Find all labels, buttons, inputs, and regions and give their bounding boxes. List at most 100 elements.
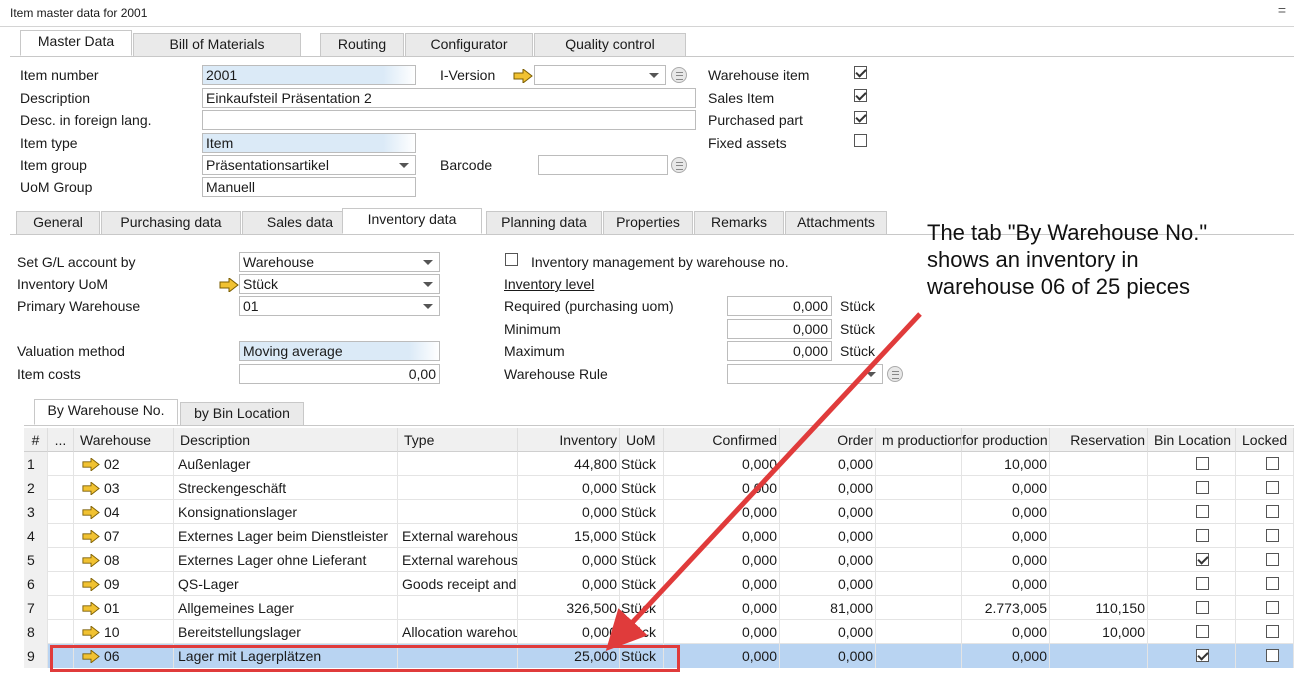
primary-warehouse-dropdown[interactable]: 01: [239, 296, 440, 316]
iversion-dropdown[interactable]: [534, 65, 666, 85]
column-header-description[interactable]: Description: [174, 428, 398, 452]
tab-by-bin-location[interactable]: by Bin Location: [180, 402, 304, 425]
table-row[interactable]: 5 08 Externes Lager ohne Lieferant External…: [24, 548, 1294, 572]
tab-sales-data[interactable]: Sales data: [242, 211, 358, 234]
warehouse-item-checkbox[interactable]: [854, 66, 867, 79]
locked-checkbox[interactable]: [1266, 553, 1279, 566]
row-number[interactable]: 6: [24, 572, 48, 596]
locked-checkbox[interactable]: [1266, 457, 1279, 470]
list-icon[interactable]: [671, 67, 687, 83]
purchased-part-checkbox[interactable]: [854, 111, 867, 124]
row-number[interactable]: 7: [24, 596, 48, 620]
table-row[interactable]: 4 07 Externes Lager beim Dienstleister Exte…: [24, 524, 1294, 548]
column-header-in-production[interactable]: m production: [876, 428, 962, 452]
table-row[interactable]: 7 01 Allgemeines Lager 326,500 Stück 0,000 81,…: [24, 596, 1294, 620]
row-number[interactable]: 9: [24, 644, 48, 668]
list-icon[interactable]: [671, 157, 687, 173]
item-costs-field[interactable]: 0,00: [239, 364, 440, 384]
tab-remarks[interactable]: Remarks: [694, 211, 784, 234]
column-header-more[interactable]: ...: [48, 428, 74, 452]
bin-location-checkbox[interactable]: [1196, 625, 1209, 638]
tab-configurator[interactable]: Configurator: [405, 33, 533, 56]
row-number[interactable]: 4: [24, 524, 48, 548]
gl-account-dropdown[interactable]: Warehouse: [239, 252, 440, 272]
tab-properties[interactable]: Properties: [603, 211, 693, 234]
column-header-reservation[interactable]: Reservation: [1050, 428, 1148, 452]
link-arrow-icon[interactable]: [82, 458, 100, 471]
bin-location-checkbox[interactable]: [1196, 529, 1209, 542]
valuation-method-field[interactable]: Moving average: [239, 341, 440, 361]
column-header-row-number[interactable]: #: [24, 428, 48, 452]
tab-attachments[interactable]: Attachments: [785, 211, 887, 234]
row-number[interactable]: 2: [24, 476, 48, 500]
table-row[interactable]: 8 10 Bereitstellungslager Allocation wareho…: [24, 620, 1294, 644]
sales-item-checkbox[interactable]: [854, 89, 867, 102]
tab-general[interactable]: General: [16, 211, 100, 234]
link-arrow-icon[interactable]: [513, 69, 533, 83]
locked-checkbox[interactable]: [1266, 625, 1279, 638]
link-arrow-icon[interactable]: [82, 626, 100, 639]
link-arrow-icon[interactable]: [82, 554, 100, 567]
tab-inventory-data[interactable]: Inventory data: [342, 208, 482, 234]
link-arrow-icon[interactable]: [82, 602, 100, 615]
locked-checkbox[interactable]: [1266, 505, 1279, 518]
link-arrow-icon[interactable]: [82, 578, 100, 591]
bin-location-checkbox[interactable]: [1196, 457, 1209, 470]
item-number-field[interactable]: 2001: [202, 65, 416, 85]
link-arrow-icon[interactable]: [219, 278, 239, 292]
table-row[interactable]: 3 04 Konsignationslager 0,000 Stück 0,000 0,00…: [24, 500, 1294, 524]
bin-location-checkbox[interactable]: [1196, 553, 1209, 566]
bin-location-checkbox[interactable]: [1196, 577, 1209, 590]
foreign-desc-field[interactable]: [202, 110, 696, 130]
item-type-field[interactable]: Item: [202, 133, 416, 153]
barcode-field[interactable]: [538, 155, 668, 175]
link-arrow-icon[interactable]: [82, 482, 100, 495]
link-arrow-icon[interactable]: [82, 506, 100, 519]
locked-checkbox[interactable]: [1266, 481, 1279, 494]
bin-location-checkbox[interactable]: [1196, 649, 1209, 662]
link-arrow-icon[interactable]: [82, 530, 100, 543]
tab-purchasing-data[interactable]: Purchasing data: [101, 211, 241, 234]
item-group-dropdown[interactable]: Präsentationsartikel: [202, 155, 416, 175]
uom-group-field[interactable]: Manuell: [202, 177, 416, 197]
table-row[interactable]: 1 02 Außenlager 44,800 Stück 0,000 0,000 10,000: [24, 452, 1294, 476]
tab-bill-of-materials[interactable]: Bill of Materials: [133, 33, 301, 56]
column-header-confirmed[interactable]: Confirmed: [664, 428, 780, 452]
bin-location-checkbox[interactable]: [1196, 601, 1209, 614]
required-field[interactable]: 0,000: [727, 296, 832, 316]
table-row[interactable]: 2 03 Streckengeschäft 0,000 Stück 0,000 0,000 0…: [24, 476, 1294, 500]
fixed-assets-checkbox[interactable]: [854, 134, 867, 147]
maximum-field[interactable]: 0,000: [727, 341, 832, 361]
tab-quality-control[interactable]: Quality control: [534, 33, 686, 56]
tab-routing[interactable]: Routing: [320, 33, 404, 56]
tab-master-data[interactable]: Master Data: [20, 30, 132, 56]
row-number[interactable]: 1: [24, 452, 48, 476]
row-number[interactable]: 3: [24, 500, 48, 524]
row-number[interactable]: 5: [24, 548, 48, 572]
column-header-order[interactable]: Order: [780, 428, 876, 452]
locked-checkbox[interactable]: [1266, 577, 1279, 590]
column-header-warehouse[interactable]: Warehouse: [74, 428, 174, 452]
window-menu-icon[interactable]: =: [1278, 2, 1286, 18]
column-header-for-production[interactable]: for production: [962, 428, 1050, 452]
row-number[interactable]: 8: [24, 620, 48, 644]
column-header-locked[interactable]: Locked: [1236, 428, 1294, 452]
description-field[interactable]: Einkaufsteil Präsentation 2: [202, 88, 696, 108]
minimum-field[interactable]: 0,000: [727, 319, 832, 339]
column-header-type[interactable]: Type: [398, 428, 518, 452]
locked-checkbox[interactable]: [1266, 649, 1279, 662]
warehouse-rule-dropdown[interactable]: [727, 364, 883, 384]
tab-by-warehouse-no[interactable]: By Warehouse No.: [34, 399, 178, 425]
column-header-inventory[interactable]: Inventory: [518, 428, 620, 452]
column-header-bin-location[interactable]: Bin Location: [1148, 428, 1236, 452]
list-icon[interactable]: [887, 366, 903, 382]
bin-location-checkbox[interactable]: [1196, 505, 1209, 518]
column-header-uom[interactable]: UoM: [620, 428, 664, 452]
locked-checkbox[interactable]: [1266, 529, 1279, 542]
inventory-uom-dropdown[interactable]: Stück: [239, 274, 440, 294]
inventory-mgmt-checkbox[interactable]: [505, 253, 518, 266]
tab-planning-data[interactable]: Planning data: [486, 211, 602, 234]
locked-checkbox[interactable]: [1266, 601, 1279, 614]
bin-location-checkbox[interactable]: [1196, 481, 1209, 494]
table-row[interactable]: 6 09 QS-Lager Goods receipt and 0,000 Stück 0,…: [24, 572, 1294, 596]
